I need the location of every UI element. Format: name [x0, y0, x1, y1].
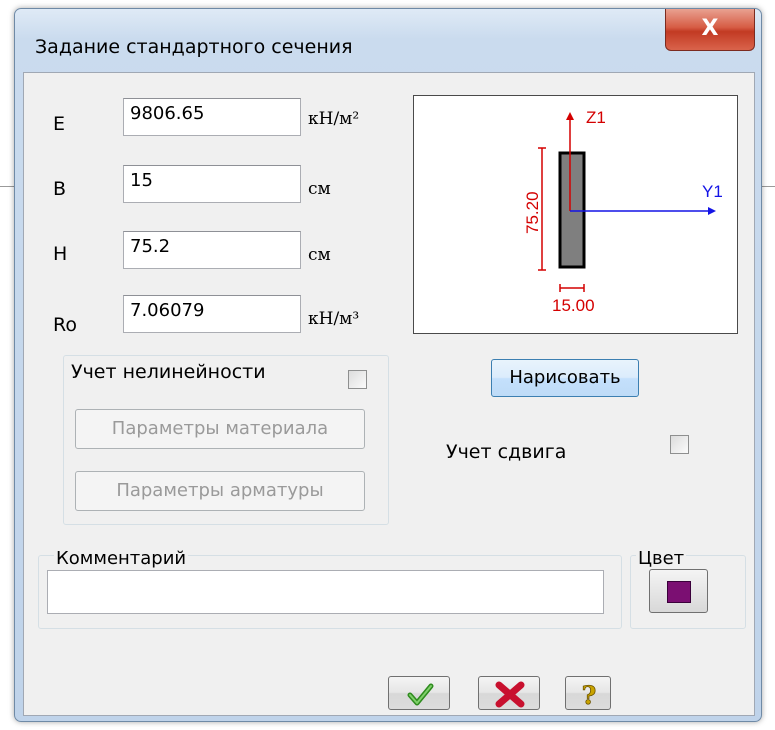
close-button[interactable]: X: [665, 9, 755, 51]
draw-button[interactable]: Нарисовать: [491, 359, 639, 397]
section-preview: Z1 Y1 75.20 15.00: [413, 95, 738, 334]
ok-button[interactable]: [388, 676, 450, 710]
material-params-button[interactable]: Параметры материала: [75, 409, 365, 449]
dialog-title: Задание стандартного сечения: [35, 36, 353, 58]
question-icon: ?: [581, 681, 597, 711]
z-axis-label: Z1: [586, 108, 606, 127]
reinforcement-params-label: Параметры арматуры: [116, 480, 324, 501]
width-dimension-label: 15.00: [552, 296, 595, 315]
section-drawing: Z1 Y1 75.20 15.00: [523, 108, 723, 315]
nonlinearity-checkbox[interactable]: [348, 370, 367, 389]
material-params-label: Параметры материала: [111, 418, 329, 439]
h-unit: см: [308, 245, 331, 265]
ro-unit: кН/м³: [308, 309, 360, 329]
e-input[interactable]: 9806.65: [123, 98, 301, 136]
shear-checkbox[interactable]: [670, 435, 689, 454]
color-caption: Цвет: [636, 548, 687, 569]
e-unit: кН/м²: [308, 109, 360, 129]
red-x-icon: [495, 681, 525, 708]
param-label-e: E: [53, 113, 66, 135]
reinforcement-params-button[interactable]: Параметры арматуры: [75, 471, 365, 511]
comment-caption: Комментарий: [54, 548, 189, 569]
y-axis-label: Y1: [702, 182, 723, 201]
h-input[interactable]: 75.2: [123, 231, 301, 269]
y-axis-arrow: [708, 207, 716, 215]
shear-label: Учет сдвига: [446, 441, 567, 463]
cancel-button[interactable]: [478, 676, 540, 710]
param-label-h: H: [53, 243, 68, 265]
help-glyph: ?: [582, 681, 597, 710]
color-swatch: [667, 581, 691, 603]
ro-input[interactable]: 7.06079: [123, 295, 301, 333]
nonlinearity-label: Учет нелинейности: [71, 361, 266, 383]
section-rect: [558, 151, 586, 269]
comment-input[interactable]: [47, 570, 604, 614]
draw-button-label: Нарисовать: [509, 367, 621, 388]
color-button[interactable]: [649, 569, 708, 613]
b-input[interactable]: 15: [123, 165, 301, 203]
checkmark-icon: [407, 683, 434, 706]
param-label-b: B: [53, 178, 67, 200]
background-line-right: [762, 186, 775, 187]
b-unit: см: [308, 179, 331, 199]
help-button[interactable]: ?: [565, 676, 611, 710]
height-dimension-label: 75.20: [523, 191, 542, 234]
z-axis-arrow: [566, 112, 574, 120]
param-label-ro: Ro: [53, 314, 77, 336]
close-icon: X: [701, 16, 719, 41]
background-line-left: [0, 186, 14, 187]
